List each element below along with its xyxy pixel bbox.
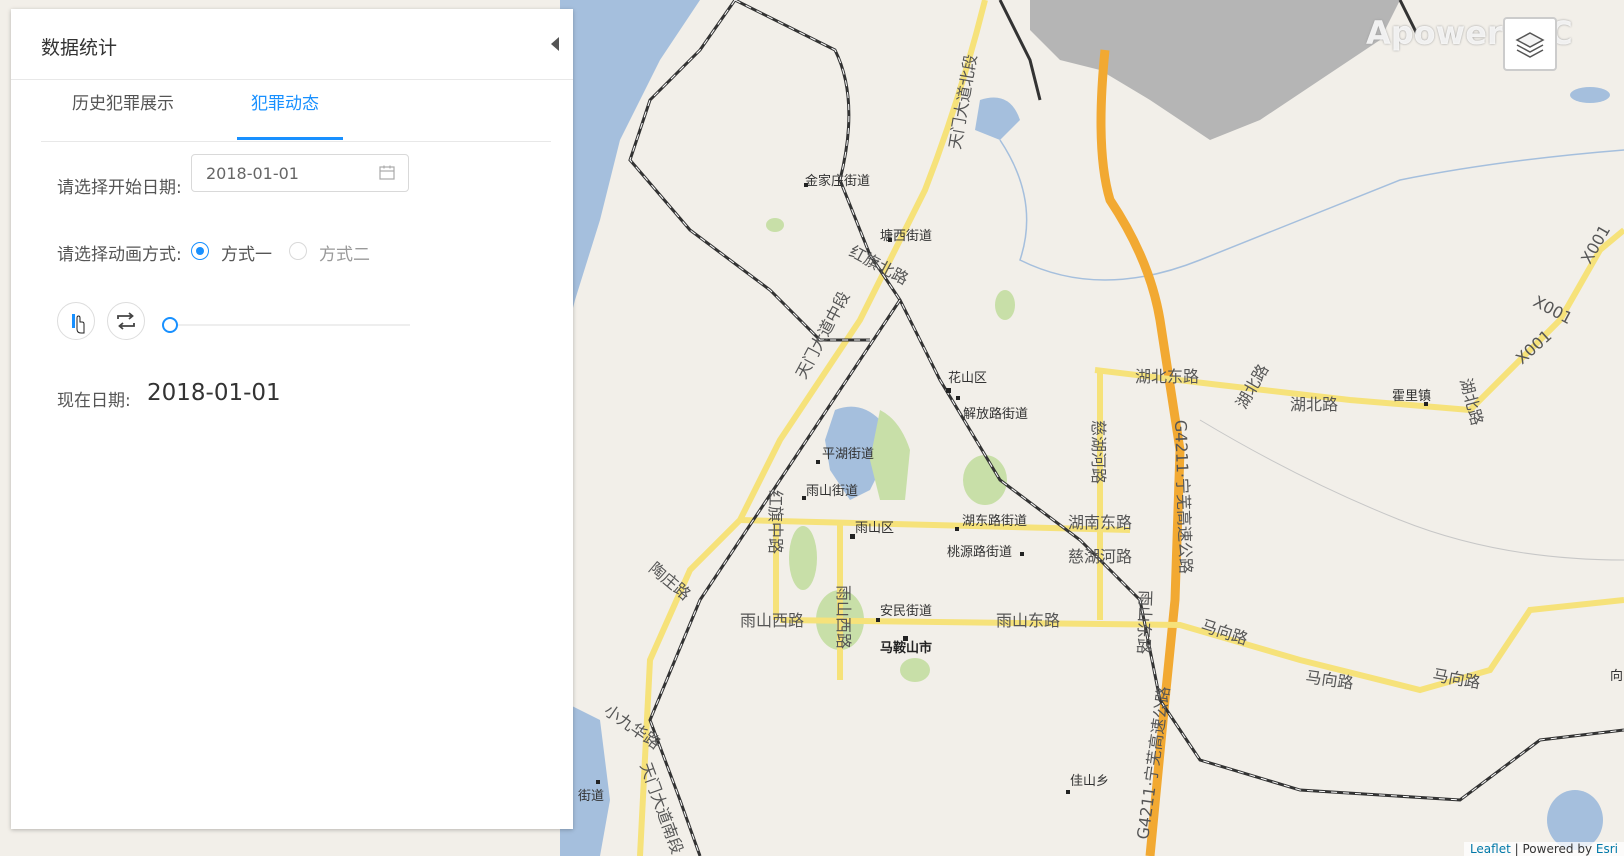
map-label: 雨山街道 [806, 484, 858, 499]
map-label: 雨山西路 [834, 585, 853, 649]
map-label: 湖东路街道 [962, 513, 1027, 529]
park [766, 218, 784, 232]
timeline-slider-handle[interactable] [162, 317, 178, 333]
map-label: 雨山西路 [740, 611, 804, 630]
radio-dot [191, 242, 209, 260]
leaflet-link[interactable]: Leaflet [1470, 842, 1511, 856]
esri-link[interactable]: Esri [1596, 842, 1618, 856]
map-label: 慈湖河路 [1089, 420, 1108, 484]
attribution-separator: | Powered by [1514, 842, 1593, 856]
start-date-label: 请选择开始日期: [57, 178, 182, 198]
map-label: 塘西街道 [880, 228, 932, 244]
map-label: 湖北东路 [1135, 367, 1199, 386]
map-label: 霍里镇 [1392, 389, 1431, 404]
calendar-icon [379, 165, 395, 180]
map-label: 雨山东路 [1134, 590, 1155, 655]
park [900, 658, 930, 682]
radio-mode-two-label: 方式二 [319, 245, 370, 265]
map-label: 安民街道 [880, 604, 932, 619]
map-label: 湖南东路 [1068, 513, 1132, 532]
layers-icon [1515, 32, 1545, 58]
map-label: 平湖街道 [822, 447, 874, 462]
tab-history-crime[interactable]: 历史犯罪展示 [72, 89, 174, 141]
layers-control[interactable] [1503, 17, 1557, 71]
animation-mode-label: 请选择动画方式: [57, 245, 182, 265]
panel-title: 数据统计 [41, 37, 118, 59]
map-label: 金家庄街道 [805, 173, 870, 189]
map-label: 花山区 [948, 370, 987, 386]
map-label: 向 [1610, 668, 1623, 684]
play-button[interactable] [57, 302, 95, 340]
map-label: 红旗中路 [766, 490, 785, 554]
map-label: 解放路街道 [963, 406, 1028, 422]
loop-button[interactable] [107, 302, 145, 340]
map-label: 街道 [578, 789, 604, 804]
map-label: 雨山区 [855, 521, 894, 536]
radio-dot [289, 242, 307, 260]
map-label: 湖北路 [1290, 395, 1338, 414]
map-label: 桃源路街道 [947, 544, 1012, 560]
start-date-value: 2018-01-01 [206, 164, 299, 183]
pond-se [1547, 790, 1603, 850]
current-date-label: 现在日期: [57, 391, 131, 411]
caret-left-icon[interactable] [551, 37, 559, 51]
tab-bar: 历史犯罪展示 犯罪动态 [41, 89, 551, 142]
start-date-picker[interactable]: 2018-01-01 [191, 154, 409, 192]
tab-crime-dynamics[interactable]: 犯罪动态 [251, 89, 319, 141]
map-label: 马鞍山市 [880, 640, 932, 656]
park [789, 526, 817, 590]
radio-mode-one-label: 方式一 [221, 245, 272, 265]
timeline-slider-track[interactable] [170, 324, 410, 326]
map-attribution: Leaflet | Powered by Esri [1463, 842, 1624, 856]
loop-icon [117, 312, 135, 330]
stats-panel: 数据统计 历史犯罪展示 犯罪动态 请选择开始日期: 2018-01-01 请选择… [11, 9, 573, 829]
panel-header: 数据统计 [11, 9, 573, 80]
park [995, 290, 1015, 320]
current-date-value: 2018-01-01 [147, 380, 281, 406]
map-label: 雨山东路 [996, 611, 1060, 630]
active-tab-indicator [237, 137, 343, 140]
map-label: 佳山乡 [1070, 774, 1109, 789]
play-pause-icon [72, 314, 85, 334]
pond-ne [1570, 87, 1610, 103]
map-label: 慈湖河路 [1068, 547, 1132, 566]
